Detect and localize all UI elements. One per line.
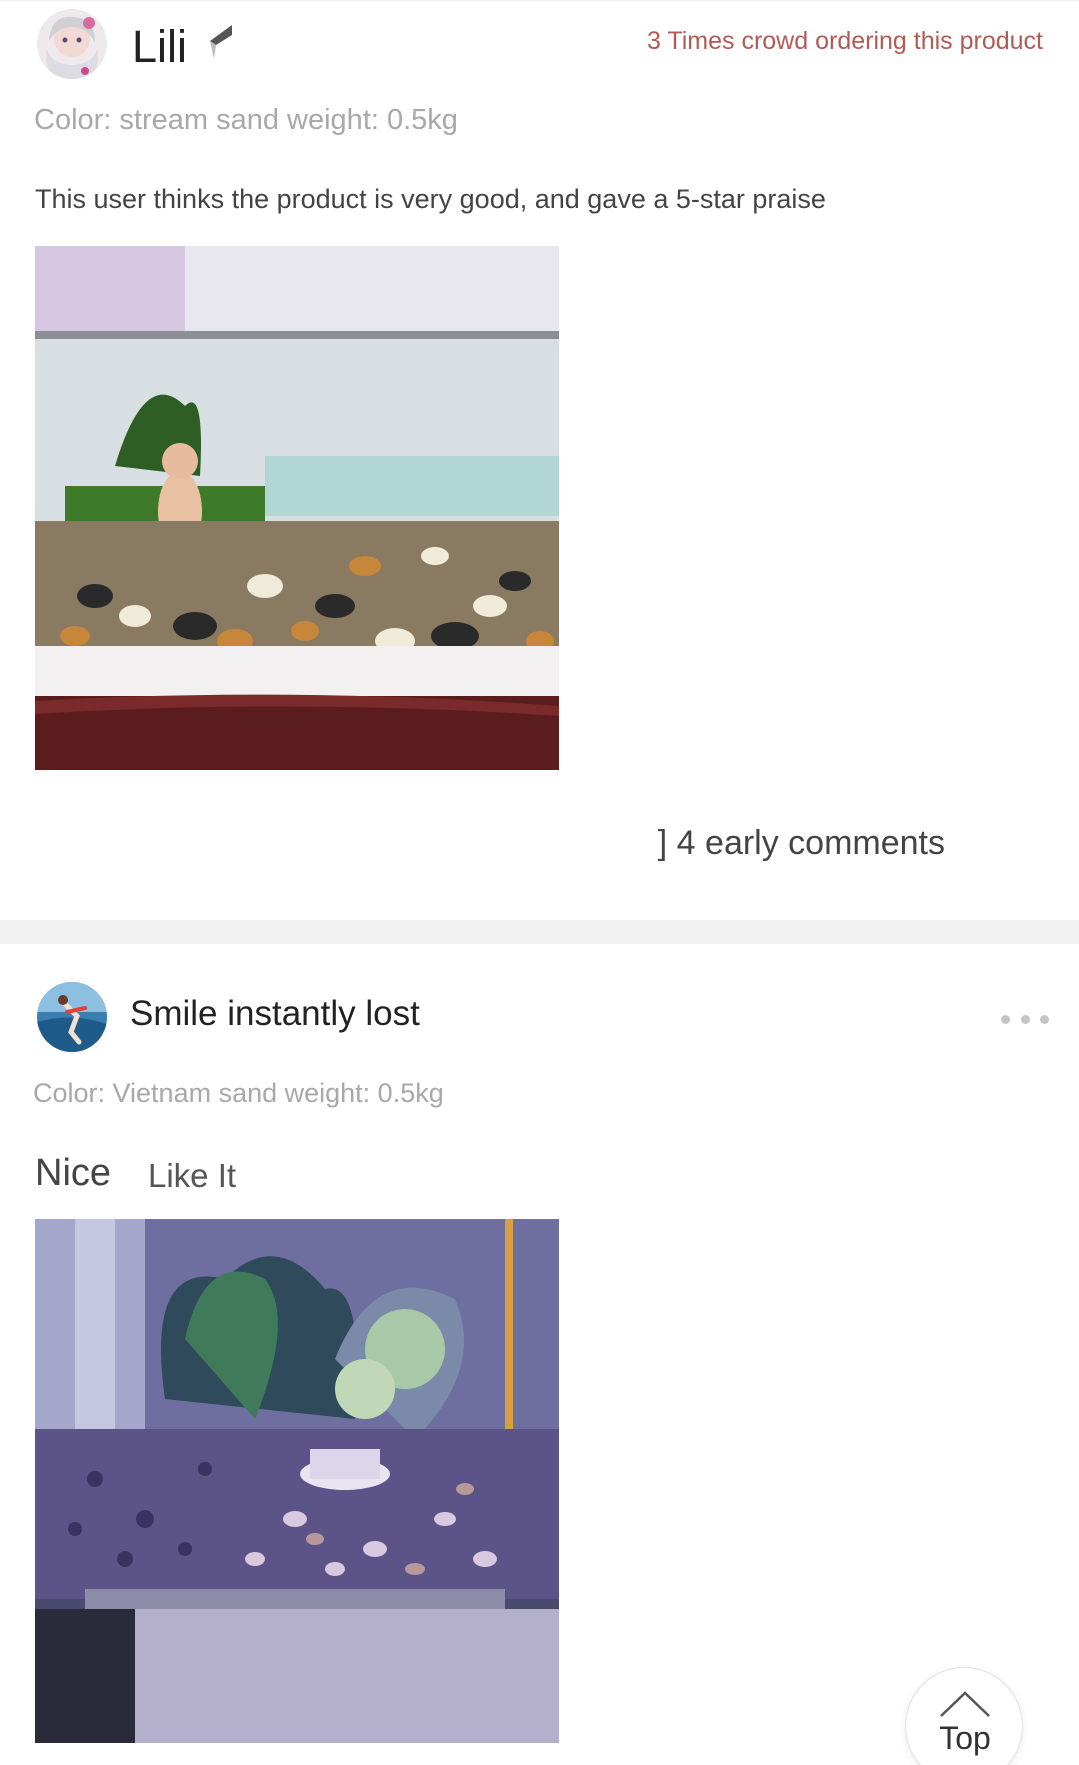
- back-to-top-label: Top: [939, 1720, 991, 1756]
- more-options-icon[interactable]: [1001, 1012, 1049, 1026]
- username: Lili: [132, 21, 188, 72]
- review-photo[interactable]: [35, 246, 559, 770]
- review-divider: [0, 920, 1079, 944]
- sku-info: Color: Vietnam sand weight: 0.5kg: [33, 1078, 444, 1108]
- user-avatar[interactable]: [37, 9, 107, 79]
- crowd-order-count: 3 Times crowd ordering this product: [646, 27, 1043, 55]
- user-avatar[interactable]: [37, 982, 107, 1052]
- review-card: Smile instantly lost Color: Vietnam sand…: [0, 944, 1079, 1765]
- review-text: Nice: [35, 1152, 112, 1194]
- review-card: Lili 3 Times crowd ordering this product…: [0, 0, 1079, 920]
- chevron-up-icon: [940, 1691, 990, 1717]
- review-tag: Like It: [148, 1157, 237, 1194]
- early-comments-link[interactable]: ] 4 early comments: [658, 824, 945, 863]
- vip-badge-icon: [210, 25, 232, 59]
- review-text: This user thinks the product is very goo…: [35, 184, 826, 214]
- dot-icon: [1001, 1014, 1010, 1024]
- sku-info: Color: stream sand weight: 0.5kg: [34, 104, 458, 136]
- review-photo[interactable]: [35, 1219, 559, 1743]
- dot-icon: [1020, 1014, 1030, 1024]
- dot-icon: [1040, 1014, 1049, 1024]
- username: Smile instantly lost: [130, 994, 420, 1033]
